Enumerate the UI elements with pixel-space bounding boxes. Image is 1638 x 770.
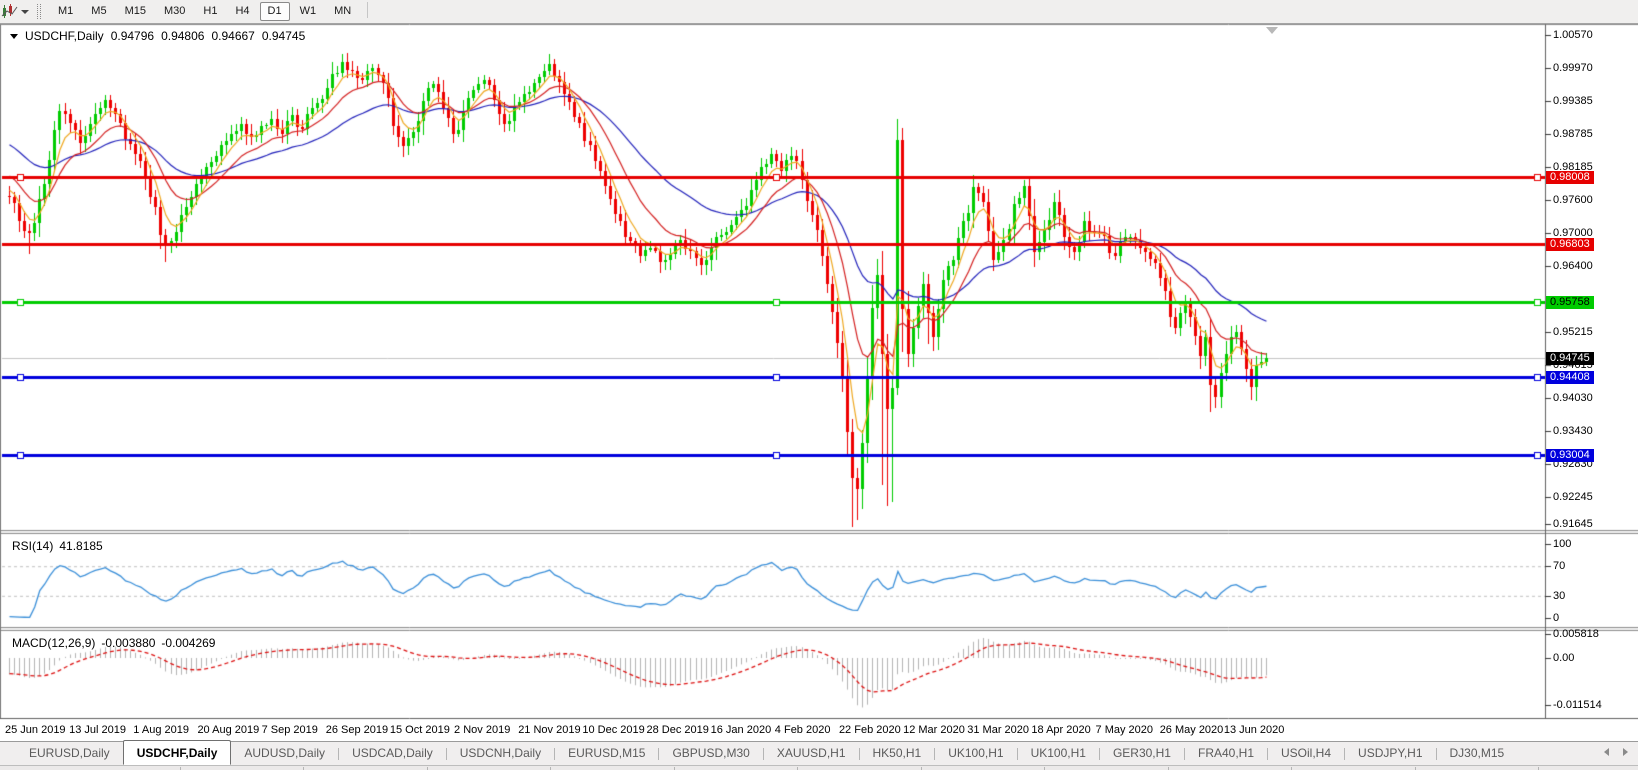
date-axis-label: 12 Mar 2020 — [903, 724, 965, 736]
price-axis-label: 0.93430 — [1553, 425, 1593, 437]
symbol-menu-icon[interactable] — [10, 34, 18, 39]
chart-title: USDCHF,Daily 0.94796 0.94806 0.94667 0.9… — [10, 29, 305, 43]
date-axis-label: 25 Jun 2019 — [5, 724, 66, 736]
date-axis-label: 18 Apr 2020 — [1031, 724, 1090, 736]
rsi-axis-label: 30 — [1553, 590, 1565, 602]
chart-tab-eurusd-daily[interactable]: EURUSD,Daily — [16, 742, 123, 765]
chart-tab-eurusd-m15[interactable]: EURUSD,M15 — [555, 742, 658, 765]
price-axis-label: 0.98785 — [1553, 128, 1593, 140]
price-axis-label: 1.00570 — [1553, 29, 1593, 41]
date-axis-label: 7 Sep 2019 — [262, 724, 318, 736]
mt4-workspace: M1M5M15M30H1H4D1W1MN USDCHF,Daily 0.9479… — [0, 0, 1638, 770]
rsi-axis-label: 100 — [1553, 538, 1571, 550]
chart-tab-fra40-h1[interactable]: FRA40,H1 — [1185, 742, 1267, 765]
date-axis-label: 28 Dec 2019 — [647, 724, 709, 736]
terminal-panel-edge — [0, 765, 1638, 770]
hline-price-tag: 0.94408 — [1546, 371, 1594, 384]
price-axis-label: 0.91645 — [1553, 518, 1593, 530]
macd-axis-label: -0.011514 — [1553, 699, 1602, 711]
chart-symbol-label: USDCHF,Daily — [25, 29, 104, 43]
chart-tab-ger30-h1[interactable]: GER30,H1 — [1100, 742, 1184, 765]
chart-shift-marker-icon[interactable] — [1266, 27, 1278, 34]
date-axis-label: 2 Nov 2019 — [454, 724, 510, 736]
price-axis-label: 0.94030 — [1553, 392, 1593, 404]
chart-tab-hk50-h1[interactable]: HK50,H1 — [860, 742, 935, 765]
macd-axis-label: 0.00 — [1553, 652, 1574, 664]
date-axis-label: 7 May 2020 — [1096, 724, 1153, 736]
chart-tab-dj30-m15[interactable]: DJ30,M15 — [1437, 742, 1518, 765]
chart-tab-usdcnh-daily[interactable]: USDCNH,Daily — [447, 742, 554, 765]
chart-tab-audusd-daily[interactable]: AUDUSD,Daily — [231, 742, 338, 765]
date-axis-label: 13 Jul 2019 — [69, 724, 126, 736]
rsi-axis-label: 0 — [1553, 612, 1559, 624]
hline-price-tag: 0.95758 — [1546, 296, 1594, 309]
date-axis-label: 26 Sep 2019 — [326, 724, 388, 736]
chart-tab-usdcad-daily[interactable]: USDCAD,Daily — [339, 742, 446, 765]
rsi-indicator-label: RSI(14)41.8185 — [12, 539, 103, 553]
scroll-tabs-right-icon[interactable] — [1623, 748, 1628, 756]
date-axis-label: 31 Mar 2020 — [967, 724, 1029, 736]
price-axis-label: 0.95215 — [1553, 326, 1593, 338]
tab-scroll-arrows — [1604, 748, 1628, 756]
chart-tab-uk100-h1[interactable]: UK100,H1 — [1018, 742, 1099, 765]
ohlc-low: 0.94667 — [211, 29, 254, 43]
scroll-tabs-left-icon[interactable] — [1604, 748, 1609, 756]
ohlc-close: 0.94745 — [262, 29, 305, 43]
date-axis-label: 22 Feb 2020 — [839, 724, 901, 736]
chart-tab-uk100-h1[interactable]: UK100,H1 — [935, 742, 1016, 765]
price-axis-label: 0.99970 — [1553, 62, 1593, 74]
chart-tab-usdjpy-h1[interactable]: USDJPY,H1 — [1345, 742, 1435, 765]
price-chart-canvas[interactable] — [0, 0, 1638, 770]
price-axis-label: 0.92245 — [1553, 491, 1593, 503]
date-axis-label: 10 Dec 2019 — [582, 724, 644, 736]
chart-tab-bar: EURUSD,DailyUSDCHF,DailyAUDUSD,DailyUSDC… — [0, 741, 1638, 765]
hline-price-tag: 0.93004 — [1546, 449, 1594, 462]
date-axis-label: 26 May 2020 — [1160, 724, 1224, 736]
price-axis-label: 0.97600 — [1553, 194, 1593, 206]
chart-tab-usdchf-daily[interactable]: USDCHF,Daily — [123, 740, 232, 765]
chart-tab-usoil-h4[interactable]: USOil,H4 — [1268, 742, 1344, 765]
date-axis-label: 16 Jan 2020 — [711, 724, 772, 736]
macd-axis-label: 0.005818 — [1553, 628, 1599, 640]
chart-tab-gbpusd-m30[interactable]: GBPUSD,M30 — [659, 742, 762, 765]
price-axis-label: 0.96400 — [1553, 260, 1593, 272]
hline-price-tag: 0.96803 — [1546, 238, 1594, 251]
date-axis-label: 21 Nov 2019 — [518, 724, 580, 736]
rsi-axis-label: 70 — [1553, 560, 1565, 572]
macd-indicator-label: MACD(12,26,9)-0.003880-0.004269 — [12, 636, 215, 650]
chart-tab-xauusd-h1[interactable]: XAUUSD,H1 — [764, 742, 859, 765]
bid-price-tag: 0.94745 — [1546, 352, 1594, 365]
date-axis-label: 20 Aug 2019 — [197, 724, 259, 736]
ohlc-open: 0.94796 — [111, 29, 154, 43]
date-axis-label: 13 Jun 2020 — [1224, 724, 1285, 736]
date-axis-label: 15 Oct 2019 — [390, 724, 450, 736]
hline-price-tag: 0.98008 — [1546, 171, 1594, 184]
date-axis-label: 1 Aug 2019 — [133, 724, 189, 736]
ohlc-high: 0.94806 — [161, 29, 204, 43]
price-axis-label: 0.99385 — [1553, 95, 1593, 107]
date-axis-label: 4 Feb 2020 — [775, 724, 831, 736]
